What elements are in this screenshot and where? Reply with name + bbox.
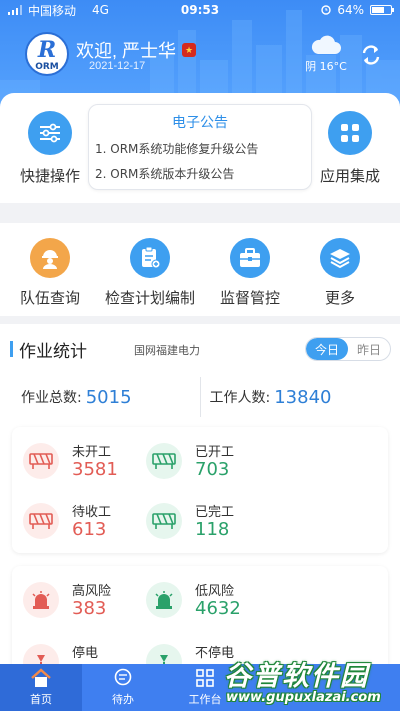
yesterday-tab[interactable]: 昨日 [348,338,390,360]
cloud-icon [311,35,341,54]
risk-value: 4632 [195,598,241,619]
logo-letter: R [37,37,57,63]
notice-board: 电子公告 1. ORM系统功能修复升级公告 2. ORM系统版本升级公告 [88,104,312,190]
notice-item[interactable]: 1. ORM系统功能修复升级公告 [95,140,311,157]
stats-title: 作业统计 [19,342,87,362]
tab-label: 工作台 [188,693,222,706]
status-name: 已完工 [195,505,235,520]
quick-actions-label: 快捷操作 [19,167,80,185]
day-toggle: 今日 昨日 [305,337,391,361]
risk-name: 高风险 [72,584,112,599]
totals-row: 作业总数: 5015 工作人数: 13840 [12,377,388,417]
tab-home[interactable]: 首页 [0,664,82,711]
status-completed[interactable]: 已完工 118 [146,497,266,547]
status-name: 待收工 [72,505,112,520]
notice-title: 电子公告 [172,115,228,131]
worker-icon [30,238,70,278]
status-value: 118 [195,519,230,540]
total-jobs: 作业总数: 5015 [12,377,200,417]
title-accent-bar [10,341,13,357]
barrier-icon [146,503,182,539]
team-query-button[interactable]: 队伍查询 [0,238,100,308]
orm-logo: R ORM [25,32,69,76]
risk-name: 低风险 [195,584,235,599]
refresh-icon[interactable] [360,44,382,66]
status-value: 3581 [72,459,118,480]
risk-high[interactable]: 高风险 383 [23,576,143,626]
briefcase-icon [230,238,270,278]
grid-icon [328,111,372,155]
status-time: 09:53 [180,3,220,17]
tab-label: 待办 [112,693,134,706]
watermark-url: www.gupuxlazai.com [226,690,381,705]
workers-label: 工作人数: [209,390,271,406]
alarm-light-icon [146,582,182,618]
barrier-icon [146,443,182,479]
organization-name[interactable]: 国网福建电力 [134,342,200,358]
total-jobs-value: 5015 [85,386,132,408]
total-workers: 工作人数: 13840 [199,377,389,417]
workers-value: 13840 [274,386,332,408]
today-tab[interactable]: 今日 [306,338,348,360]
notice-item[interactable]: 2. ORM系统版本升级公告 [95,165,311,182]
barrier-icon [23,503,59,539]
top-card: 快捷操作 电子公告 1. ORM系统功能修复升级公告 2. ORM系统版本升级公… [0,93,400,203]
tab-todo[interactable]: 待办 [82,664,164,711]
site-watermark: 谷普软件园 www.gupuxlazai.com [220,654,396,711]
quick-actions-button[interactable]: 快捷操作 [18,111,82,186]
work-status-group: 未开工 3581 已开工 703 待收工 613 已完工 118 [12,427,388,553]
logo-text: ORM [35,62,59,72]
status-bar: 中国移动 4G 09:53 64% [0,0,400,20]
weather-widget: 阴 16°C [303,34,349,74]
grid-icon [196,669,214,687]
risk-low[interactable]: 低风险 4632 [146,576,266,626]
team-query-label: 队伍查询 [19,289,80,307]
risk-name: 停电 [72,646,99,661]
watermark-title: 谷普软件园 [224,661,369,692]
supervision-button[interactable]: 监督管控 [200,238,300,308]
app-integration-button[interactable]: 应用集成 [316,111,384,186]
app-integration-label: 应用集成 [319,167,380,185]
clipboard-plus-icon [130,238,170,278]
alarm-light-icon [23,582,59,618]
status-not-started[interactable]: 未开工 3581 [23,437,143,487]
status-pending-close[interactable]: 待收工 613 [23,497,143,547]
status-name: 已开工 [195,445,235,460]
status-value: 613 [72,519,107,540]
more-label: 更多 [324,289,355,307]
chat-icon [114,668,132,686]
current-date: 2021-12-17 [89,60,146,72]
battery-fill [372,7,384,13]
sliders-icon [28,111,72,155]
layers-icon [320,238,360,278]
status-started[interactable]: 已开工 703 [146,437,266,487]
stats-header: 作业统计 国网福建电力 今日 昨日 [10,336,391,364]
more-button[interactable]: 更多 [290,238,390,308]
risk-value: 383 [72,598,107,619]
inspection-plan-button[interactable]: 检查计划编制 [100,238,200,308]
status-name: 未开工 [72,445,112,460]
weather-text: 阴 16°C [305,60,347,73]
battery-icon [370,5,394,15]
supervision-label: 监督管控 [219,289,280,307]
inspection-plan-label: 检查计划编制 [104,289,195,307]
status-value: 703 [195,459,230,480]
total-jobs-label: 作业总数: [21,390,82,406]
tab-label: 首页 [30,693,52,706]
job-statistics: 作业统计 国网福建电力 今日 昨日 作业总数: 5015 工作人数: 13840… [0,324,400,680]
barrier-icon [23,443,59,479]
home-icon [31,668,51,687]
function-grid: 队伍查询 检查计划编制 监督管控 更多 [0,223,400,316]
party-badge-icon: ★ [182,43,197,57]
